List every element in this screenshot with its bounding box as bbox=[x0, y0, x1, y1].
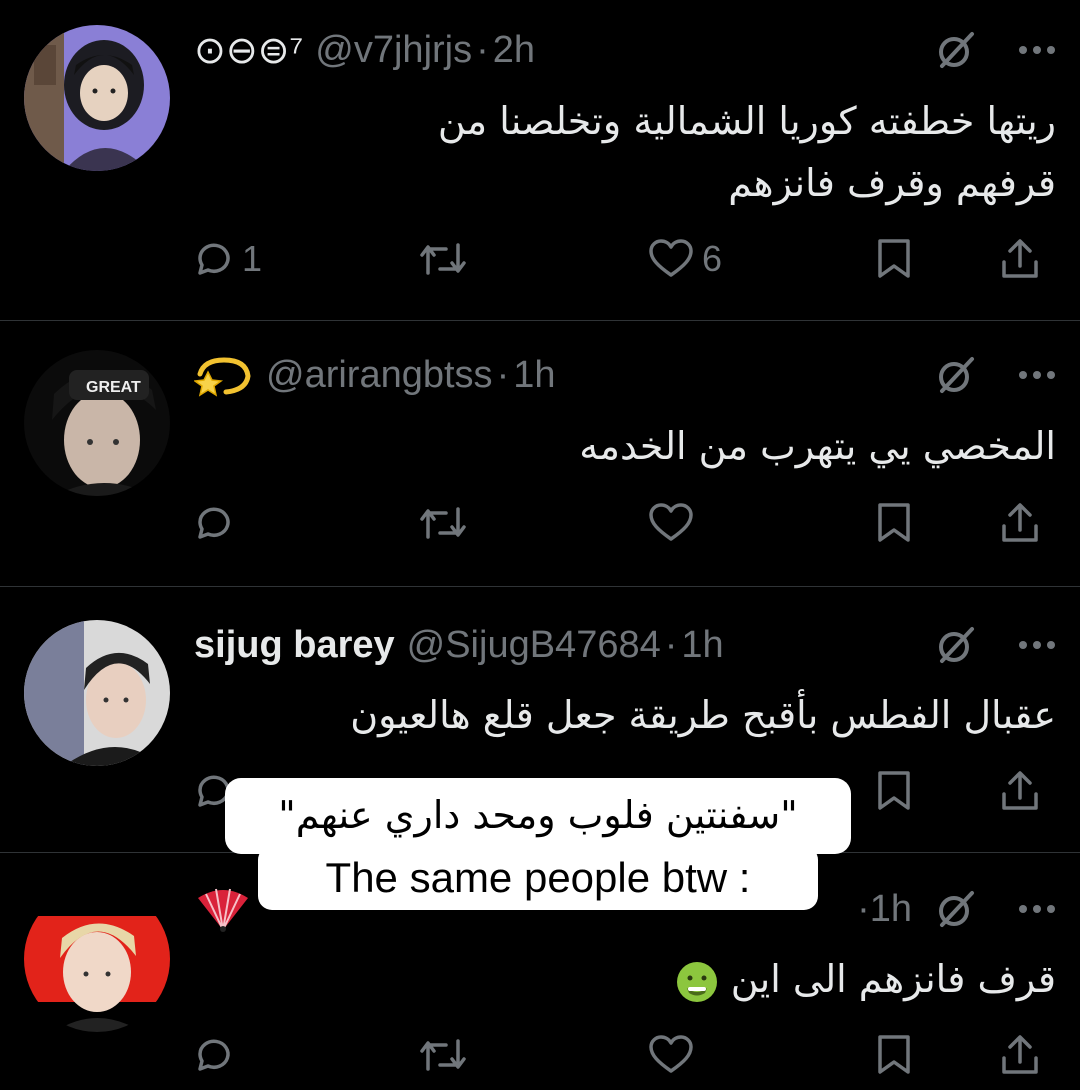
share-button[interactable] bbox=[1000, 766, 1040, 816]
reply-icon bbox=[198, 243, 230, 275]
separator-dot: · bbox=[664, 623, 678, 666]
bookmark-icon bbox=[878, 771, 910, 810]
reply-icon bbox=[198, 1039, 230, 1071]
timestamp[interactable]: 1h bbox=[513, 354, 555, 397]
share-icon bbox=[1002, 1035, 1038, 1074]
bookmark-button[interactable] bbox=[876, 1030, 912, 1080]
more-icon[interactable] bbox=[1018, 370, 1056, 380]
share-icon bbox=[1002, 503, 1038, 542]
retweet-button[interactable] bbox=[416, 498, 470, 548]
divider bbox=[0, 320, 1080, 321]
bookmark-icon bbox=[878, 1035, 910, 1074]
reply-button[interactable] bbox=[194, 1030, 234, 1080]
reply-count: 1 bbox=[242, 238, 263, 279]
retweet-icon bbox=[420, 243, 466, 275]
caption-arabic-text: "سفنتين فلوب ومحد داري عنهم" bbox=[278, 793, 798, 837]
action-bar bbox=[194, 498, 1056, 548]
grok-icon[interactable] bbox=[934, 887, 978, 931]
like-count: 6 bbox=[702, 238, 723, 279]
retweet-icon bbox=[420, 1039, 466, 1071]
bookmark-button[interactable] bbox=[876, 234, 912, 284]
separator-dot: · bbox=[857, 887, 870, 930]
divider bbox=[0, 586, 1080, 587]
handle[interactable]: @SijugB47684 bbox=[407, 624, 661, 667]
timestamp[interactable]: 2h bbox=[493, 29, 535, 72]
grok-icon[interactable] bbox=[934, 353, 978, 397]
reply-button[interactable] bbox=[194, 498, 234, 548]
tweet-text: المخصي يي يتهرب من الخدمه bbox=[194, 415, 1056, 477]
timestamp[interactable]: ·1h bbox=[857, 888, 912, 931]
grok-icon[interactable] bbox=[934, 28, 978, 72]
tweet-text-line: قرف فانزهم الى اين bbox=[194, 948, 1056, 1010]
like-button[interactable] bbox=[648, 1030, 694, 1080]
action-bar bbox=[194, 1030, 1056, 1080]
timestamp-value: 1h bbox=[869, 887, 912, 930]
tweet-text-line: قرفهم وقرف فانزهم bbox=[728, 161, 1056, 205]
tweet-text: عقبال الفطس بأقبح طريقة جعل قلع هالعيون bbox=[194, 684, 1056, 746]
tweet-text: قرف فانزهم الى اين bbox=[194, 948, 1056, 1010]
bookmark-icon bbox=[878, 503, 910, 542]
tweet-text-content: قرف فانزهم الى اين bbox=[730, 957, 1056, 1001]
nauseated-face-icon bbox=[676, 961, 717, 1002]
display-name[interactable]: sijug barey bbox=[194, 624, 395, 667]
display-name[interactable]: ⊙⊖⊜⁷ bbox=[194, 28, 303, 73]
avatar[interactable] bbox=[24, 886, 170, 1032]
reply-icon bbox=[198, 507, 230, 539]
tweet-text: ريتها خطفته كوريا الشمالية وتخلصنا من قر… bbox=[194, 90, 1056, 214]
share-icon bbox=[1002, 771, 1038, 810]
dizzy-star-icon bbox=[194, 357, 251, 397]
more-icon[interactable] bbox=[1018, 45, 1056, 55]
bookmark-button[interactable] bbox=[876, 766, 912, 816]
caption-english-text: The same people btw : bbox=[325, 854, 751, 901]
svg-text:GREAT: GREAT bbox=[86, 379, 141, 396]
tweet-text-line: عقبال الفطس بأقبح طريقة جعل قلع هالعيون bbox=[350, 693, 1056, 737]
avatar[interactable] bbox=[24, 620, 170, 766]
retweet-button[interactable] bbox=[416, 1030, 470, 1080]
grok-icon[interactable] bbox=[934, 623, 978, 667]
timestamp[interactable]: 1h bbox=[681, 624, 723, 667]
caption-english: The same people btw : bbox=[258, 846, 818, 910]
like-button[interactable] bbox=[648, 498, 694, 548]
handle[interactable]: @v7jhjrjs bbox=[315, 29, 472, 72]
like-button[interactable]: 6 bbox=[648, 234, 722, 284]
separator-dot: · bbox=[476, 28, 489, 71]
tweet-text-line: المخصي يي يتهرب من الخدمه bbox=[579, 424, 1056, 468]
bookmark-icon bbox=[878, 239, 910, 278]
reply-button[interactable]: 1 bbox=[194, 234, 262, 284]
heart-icon bbox=[649, 503, 693, 541]
heart-icon bbox=[649, 239, 693, 277]
separator-dot: · bbox=[496, 353, 510, 396]
avatar[interactable]: GREAT bbox=[24, 350, 170, 496]
share-icon bbox=[1002, 239, 1038, 278]
caption-arabic: "سفنتين فلوب ومحد داري عنهم" bbox=[225, 778, 851, 854]
share-button[interactable] bbox=[1000, 234, 1040, 284]
action-bar: 1 6 bbox=[194, 234, 1056, 284]
share-button[interactable] bbox=[1000, 498, 1040, 548]
more-icon[interactable] bbox=[1018, 640, 1056, 650]
share-button[interactable] bbox=[1000, 1030, 1040, 1080]
more-icon[interactable] bbox=[1018, 904, 1056, 914]
retweet-button[interactable] bbox=[416, 234, 470, 284]
retweet-icon bbox=[420, 507, 466, 539]
folding-fan-icon bbox=[198, 888, 248, 932]
avatar[interactable] bbox=[24, 25, 170, 171]
timeline-feed: ⊙⊖⊜⁷ @v7jhjrjs · 2h ريتها خطفته كوريا ال… bbox=[0, 0, 1080, 1090]
bookmark-button[interactable] bbox=[876, 498, 912, 548]
handle[interactable]: @arirangbtss bbox=[266, 354, 493, 397]
tweet-text-line: ريتها خطفته كوريا الشمالية وتخلصنا من bbox=[437, 99, 1056, 143]
heart-icon bbox=[649, 1035, 693, 1073]
